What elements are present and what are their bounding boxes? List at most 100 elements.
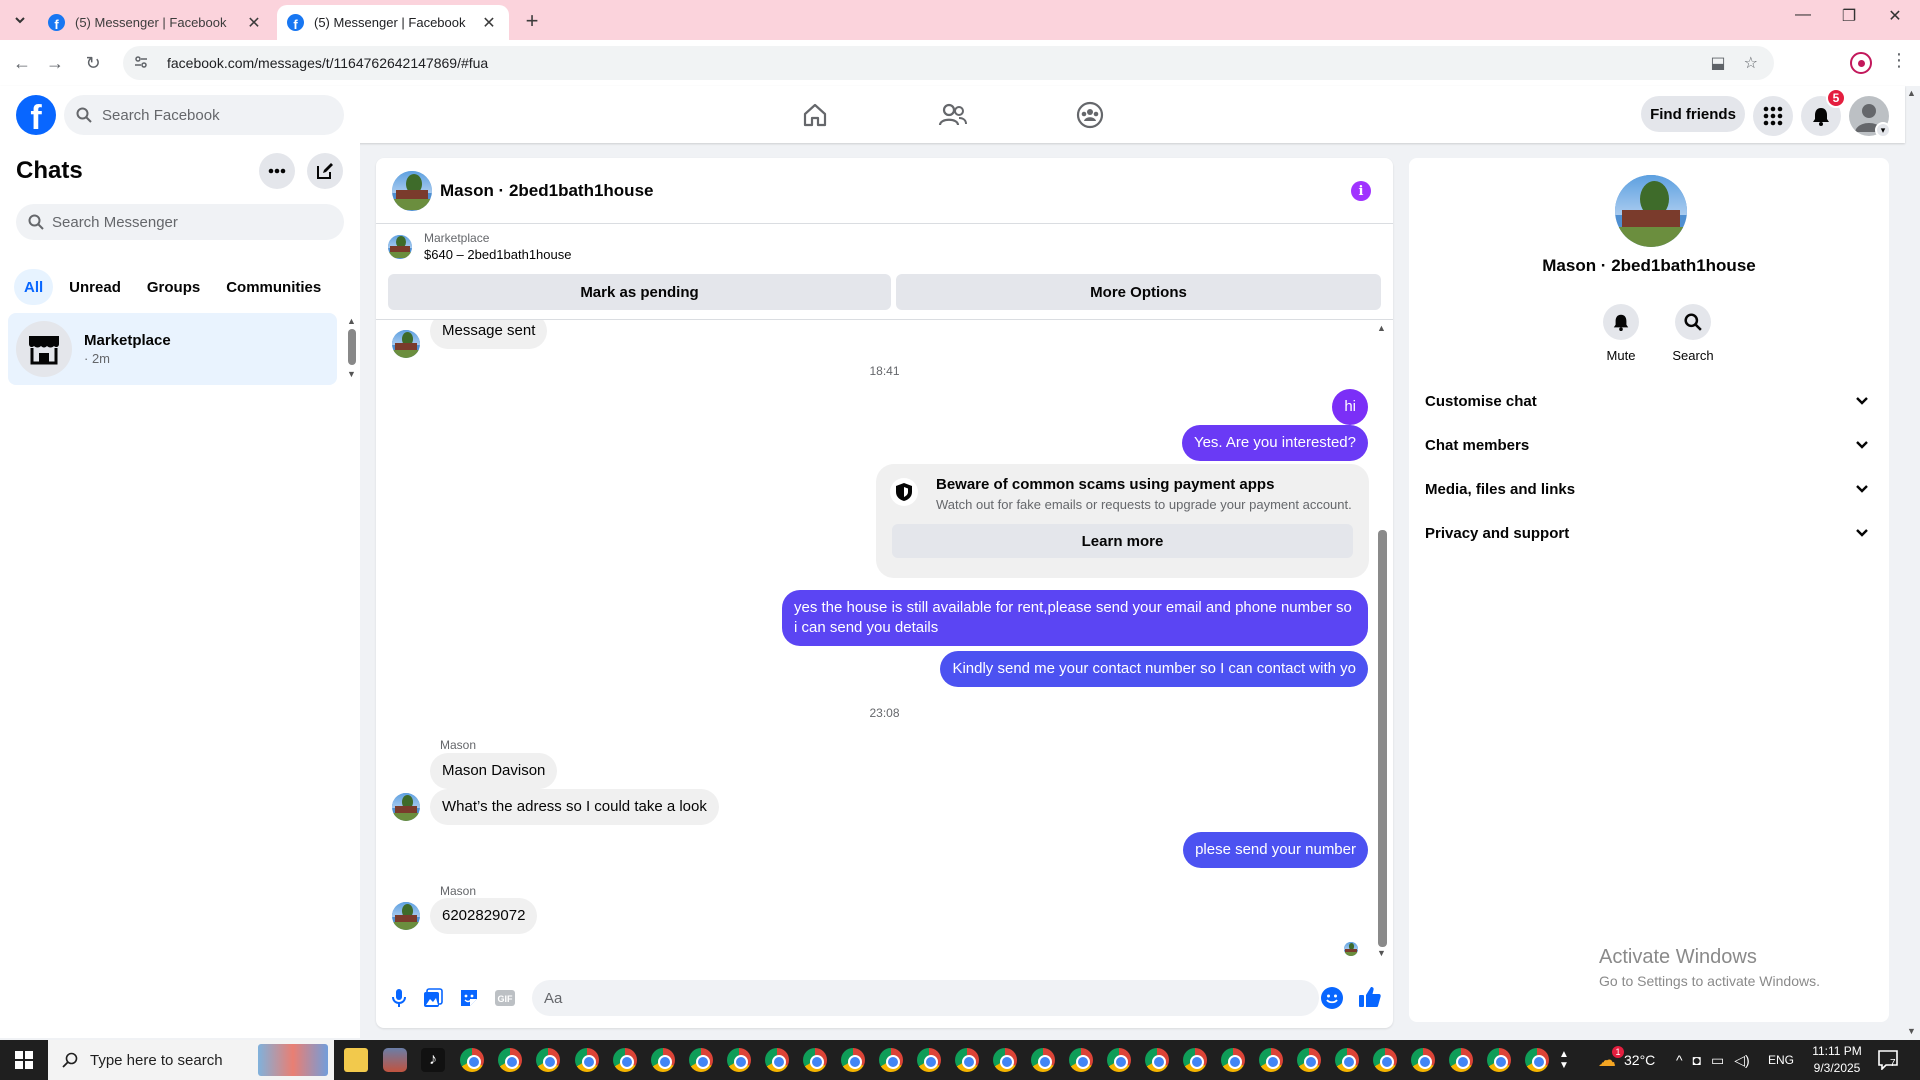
contact-profile-photo[interactable] — [1615, 175, 1687, 247]
chrome-taskbar-icon[interactable] — [651, 1048, 675, 1072]
find-friends-button[interactable]: Find friends — [1641, 96, 1745, 132]
reload-button[interactable]: ↻ — [81, 51, 105, 75]
chrome-taskbar-icon[interactable] — [1411, 1048, 1435, 1072]
gif-button[interactable]: GIF — [494, 987, 516, 1009]
new-message-button[interactable] — [307, 153, 343, 189]
browser-menu-icon[interactable]: ⋮ — [1890, 50, 1908, 71]
page-scroll-up-arrow[interactable]: ▲ — [1907, 88, 1916, 98]
chrome-taskbar-icon[interactable] — [1221, 1048, 1245, 1072]
chrome-taskbar-icon[interactable] — [1487, 1048, 1511, 1072]
chrome-taskbar-icon[interactable] — [1525, 1048, 1549, 1072]
start-button[interactable] — [0, 1040, 48, 1080]
chrome-taskbar-icon[interactable] — [727, 1048, 751, 1072]
volume-icon[interactable]: ◁) — [1734, 1052, 1749, 1069]
bookmark-star-icon[interactable]: ☆ — [1744, 53, 1758, 73]
chrome-taskbar-icon[interactable] — [1031, 1048, 1055, 1072]
menu-grid-button[interactable] — [1753, 96, 1793, 136]
sidebar-scroll-up-arrow[interactable]: ▲ — [347, 316, 356, 326]
message-input[interactable]: Aa — [532, 980, 1319, 1016]
chats-options-button[interactable] — [259, 153, 295, 189]
camera-icon[interactable]: ◘ — [1693, 1052, 1701, 1068]
facebook-logo[interactable]: f — [16, 95, 56, 135]
back-button[interactable]: ← — [10, 51, 34, 75]
home-nav-button[interactable] — [799, 99, 831, 131]
taskbar-clock[interactable]: 11:11 PM 9/3/2025 — [1802, 1043, 1872, 1077]
learn-more-button[interactable]: Learn more — [892, 524, 1353, 558]
chrome-taskbar-icon-active[interactable] — [536, 1048, 560, 1072]
like-button[interactable] — [1358, 985, 1382, 1009]
action-center-button[interactable]: 7 — [1878, 1050, 1900, 1071]
media-files-links-section[interactable]: Media, files and links — [1425, 467, 1873, 511]
thread-scroll-down-arrow[interactable]: ▼ — [1377, 948, 1386, 958]
attach-photo-button[interactable] — [422, 987, 444, 1009]
restore-window-button[interactable]: ❐ — [1826, 6, 1872, 26]
game-app-icon[interactable] — [383, 1048, 407, 1072]
chrome-taskbar-icon[interactable] — [803, 1048, 827, 1072]
sidebar-scrollbar[interactable] — [348, 329, 356, 365]
close-window-button[interactable]: ✕ — [1872, 6, 1918, 26]
forward-button[interactable]: → — [43, 51, 67, 75]
sticker-button[interactable] — [458, 987, 480, 1009]
minimize-window-button[interactable]: — — [1780, 6, 1826, 24]
close-tab-icon[interactable]: ✕ — [479, 13, 499, 33]
privacy-support-section[interactable]: Privacy and support — [1425, 511, 1873, 555]
thread-scrollbar[interactable] — [1378, 530, 1387, 947]
chrome-taskbar-icon[interactable] — [1069, 1048, 1093, 1072]
messenger-search-input[interactable]: Search Messenger — [16, 204, 344, 240]
tab-search-dropdown-button[interactable] — [8, 9, 32, 31]
chrome-taskbar-icon[interactable] — [613, 1048, 637, 1072]
conversation-info-button[interactable]: i — [1351, 181, 1371, 201]
emoji-button[interactable] — [1321, 987, 1343, 1009]
voice-clip-button[interactable] — [388, 987, 410, 1009]
chrome-taskbar-icon[interactable] — [460, 1048, 484, 1072]
taskbar-scroll-arrows[interactable]: ▲ ▼ — [1559, 1040, 1569, 1080]
chrome-taskbar-icon[interactable] — [689, 1048, 713, 1072]
mute-action[interactable]: Mute — [1591, 304, 1651, 363]
mark-as-pending-button[interactable]: Mark as pending — [388, 274, 891, 310]
filter-unread[interactable]: Unread — [59, 269, 131, 305]
chrome-taskbar-icon[interactable] — [1183, 1048, 1207, 1072]
address-bar[interactable]: facebook.com/messages/t/1164762642147869… — [123, 46, 1774, 80]
search-in-conversation-action[interactable]: Search — [1663, 304, 1723, 363]
contact-avatar[interactable] — [392, 170, 432, 211]
thread-scroll-up-arrow[interactable]: ▲ — [1377, 323, 1386, 333]
account-menu-chevron-icon[interactable]: ▾ — [1875, 122, 1891, 138]
network-icon[interactable]: ▭ — [1711, 1052, 1724, 1069]
site-info-icon[interactable] — [133, 54, 153, 73]
filter-all[interactable]: All — [14, 269, 54, 305]
tiktok-icon[interactable]: ♪ — [421, 1048, 445, 1072]
conversation-title[interactable]: Mason · 2bed1bath1house — [440, 181, 653, 201]
taskbar-search-box[interactable]: Type here to search — [48, 1040, 334, 1080]
chrome-taskbar-icon[interactable] — [575, 1048, 599, 1072]
filter-groups[interactable]: Groups — [137, 269, 210, 305]
browser-tab-1[interactable]: f (5) Messenger | Facebook ✕ — [38, 5, 274, 40]
chrome-taskbar-icon[interactable] — [1373, 1048, 1397, 1072]
chrome-taskbar-icon[interactable] — [1335, 1048, 1359, 1072]
chat-item-marketplace[interactable]: Marketplace · 2m — [8, 313, 337, 385]
browser-tab-2-active[interactable]: f (5) Messenger | Facebook ✕ — [277, 5, 509, 40]
chrome-taskbar-icon[interactable] — [993, 1048, 1017, 1072]
chrome-taskbar-icon[interactable] — [1259, 1048, 1283, 1072]
marketplace-listing-bar[interactable]: Marketplace $640 – 2bed1bath1house — [388, 231, 571, 262]
friends-nav-button[interactable] — [937, 99, 969, 131]
language-indicator[interactable]: ENG — [1768, 1040, 1794, 1080]
chrome-taskbar-icon[interactable] — [879, 1048, 903, 1072]
customise-chat-section[interactable]: Customise chat — [1425, 379, 1873, 423]
chat-members-section[interactable]: Chat members — [1425, 423, 1873, 467]
sidebar-scroll-down-arrow[interactable]: ▼ — [347, 369, 356, 379]
chrome-taskbar-icon[interactable] — [917, 1048, 941, 1072]
chrome-taskbar-icon[interactable] — [1449, 1048, 1473, 1072]
close-tab-icon[interactable]: ✕ — [244, 13, 264, 33]
chrome-taskbar-icon[interactable] — [955, 1048, 979, 1072]
page-scroll-down-arrow[interactable]: ▼ — [1907, 1026, 1916, 1036]
chrome-taskbar-icon[interactable] — [1297, 1048, 1321, 1072]
file-explorer-icon[interactable] — [344, 1048, 368, 1072]
weather-widget[interactable]: ☁ 1 32°C — [1598, 1040, 1655, 1080]
install-app-icon[interactable]: ⬓ — [1711, 53, 1726, 73]
more-options-button[interactable]: More Options — [896, 274, 1381, 310]
filter-communities[interactable]: Communities — [216, 269, 331, 305]
groups-nav-button[interactable] — [1074, 99, 1106, 131]
chrome-taskbar-icon[interactable] — [841, 1048, 865, 1072]
browser-profile-icon[interactable] — [1850, 52, 1872, 74]
facebook-search-input[interactable]: Search Facebook — [64, 95, 344, 135]
